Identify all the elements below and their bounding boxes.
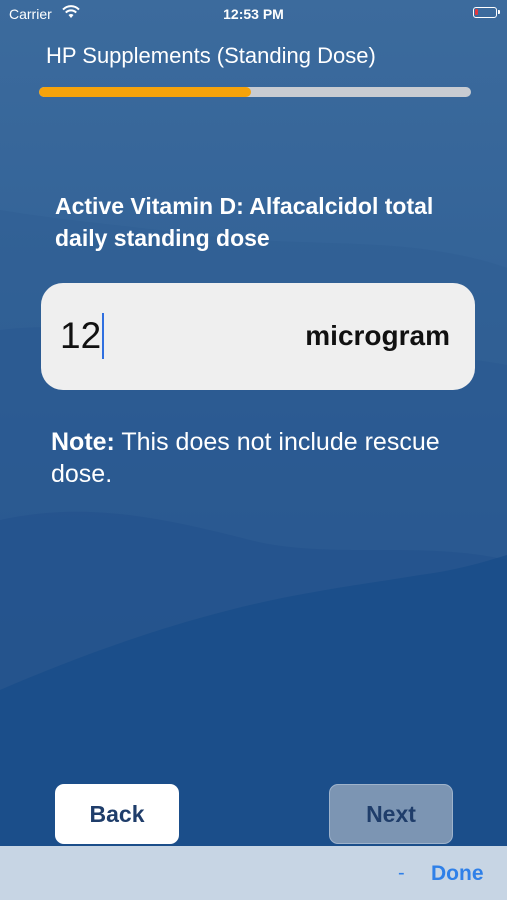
note-text: Note: This does not include rescue dose.	[51, 426, 481, 490]
dose-value[interactable]: 12	[60, 312, 105, 360]
dose-input-field[interactable]: 12 microgram	[41, 283, 475, 390]
keyboard-toolbar: - Done	[0, 846, 507, 900]
status-time: 12:53 PM	[223, 6, 284, 22]
back-button[interactable]: Back	[55, 784, 179, 844]
question-text: Active Vitamin D: Alfacalcidol total dai…	[55, 193, 434, 251]
page-title: HP Supplements (Standing Dose)	[46, 43, 376, 68]
done-button[interactable]: Done	[431, 862, 484, 886]
note-label: Note:	[51, 428, 115, 456]
dose-unit-label: microgram	[305, 320, 450, 351]
progress-fill	[39, 87, 251, 97]
status-bar: Carrier 12:53 PM	[0, 0, 507, 28]
next-button[interactable]: Next	[329, 784, 453, 844]
minus-button[interactable]: -	[398, 862, 405, 885]
text-cursor	[102, 313, 105, 359]
battery-icon	[473, 7, 500, 18]
progress-bar	[39, 87, 471, 97]
dose-value-text: 12	[60, 315, 102, 356]
